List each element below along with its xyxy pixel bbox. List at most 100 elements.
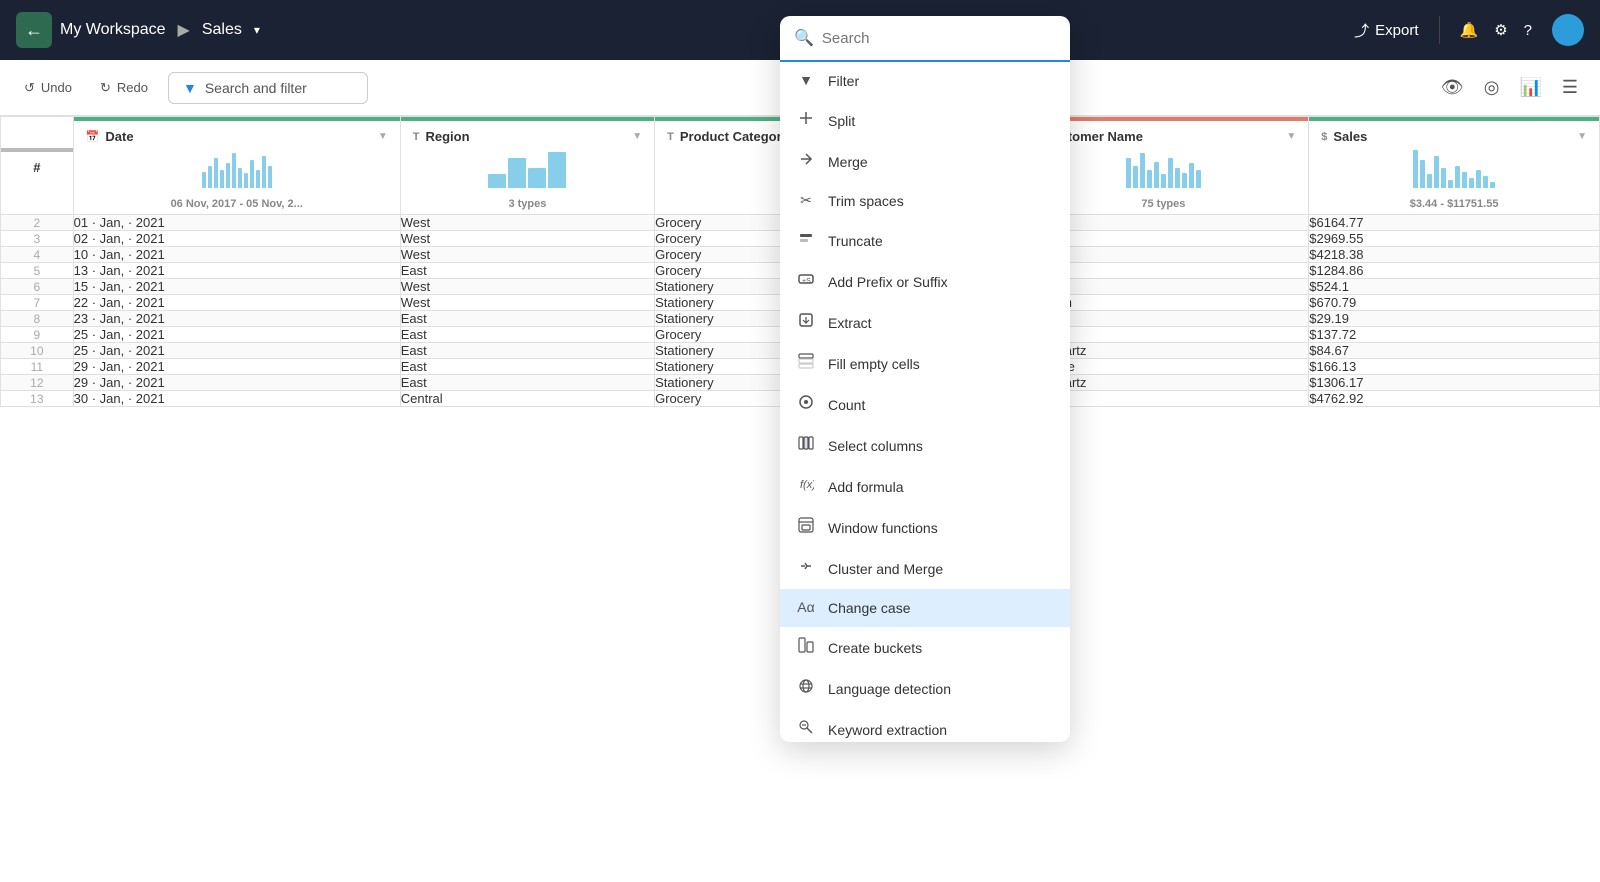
region-stats: 3 types: [401, 192, 654, 214]
search-filter-button[interactable]: ▼ Search and filter: [168, 72, 368, 104]
cluster_merge-label: Cluster and Merge: [828, 561, 943, 577]
category-col-label: Product Category: [680, 129, 789, 144]
target-icon[interactable]: ◎: [1478, 71, 1506, 104]
sales-col-label: Sales: [1333, 129, 1367, 144]
gear-icon[interactable]: ⚙: [1494, 21, 1507, 39]
chart-icon[interactable]: 📊: [1513, 71, 1547, 104]
row-num-cell: 8: [1, 311, 74, 327]
redo-icon: ↻: [100, 80, 111, 96]
col-header-sales: $ Sales ▼: [1309, 117, 1600, 215]
navbar-left: ← My Workspace ▶ Sales ▾: [16, 12, 1354, 48]
keyword_extract-label: Keyword extraction: [828, 722, 947, 738]
sales-sort-icon[interactable]: ▼: [1577, 131, 1587, 142]
date-sparkline: [74, 152, 400, 192]
menu-item-extract[interactable]: Extract: [780, 302, 1070, 343]
menu-list: ▼ Filter Split Merge ✂ Trim spaces Trunc…: [780, 62, 1070, 742]
split-icon: [796, 110, 816, 131]
toolbar-right: 👁 ◎ 📊 ☰: [1435, 71, 1584, 104]
bell-icon[interactable]: 🔔: [1460, 21, 1479, 39]
search-icon: 🔍: [794, 28, 814, 48]
dataset-chevron[interactable]: ▾: [254, 23, 260, 37]
search-filter-label: Search and filter: [205, 80, 307, 96]
date-sort-icon[interactable]: ▼: [378, 131, 388, 142]
sales-cell: $166.13: [1309, 359, 1600, 375]
user-avatar[interactable]: [1552, 14, 1584, 46]
date-col-label: Date: [105, 129, 133, 144]
menu-item-fill_empty[interactable]: Fill empty cells: [780, 343, 1070, 384]
nav-separator: ▶: [178, 20, 190, 40]
region-cell: West: [400, 279, 654, 295]
svg-text:+S: +S: [802, 278, 811, 285]
merge-icon: [796, 151, 816, 172]
date-type-icon: 📅: [86, 130, 100, 143]
customer-sort-icon[interactable]: ▼: [1286, 131, 1296, 142]
window_functions-label: Window functions: [828, 520, 938, 536]
truncate-icon: [796, 230, 816, 251]
export-label: Export: [1375, 22, 1418, 39]
navbar-right: ⤴ Export 🔔 ⚙ ?: [1354, 14, 1584, 46]
menu-item-change_case[interactable]: Aα Change case: [780, 589, 1070, 627]
menu-item-create_buckets[interactable]: Create buckets: [780, 627, 1070, 668]
menu-item-cluster_merge[interactable]: Cluster and Merge: [780, 548, 1070, 589]
menu-items: ▼ Filter Split Merge ✂ Trim spaces Trunc…: [780, 62, 1070, 742]
date-cell: 30 · Jan, · 2021: [73, 391, 400, 407]
date-cell: 13 · Jan, · 2021: [73, 263, 400, 279]
add_prefix-label: Add Prefix or Suffix: [828, 274, 948, 290]
split-label: Split: [828, 113, 855, 129]
region-cell: East: [400, 343, 654, 359]
row-num-cell: 12: [1, 375, 74, 391]
menu-item-count[interactable]: Count: [780, 384, 1070, 425]
region-cell: East: [400, 375, 654, 391]
undo-button[interactable]: ↺ Undo: [16, 74, 80, 102]
sales-sparkline: [1309, 152, 1599, 192]
col-header-date: 📅 Date ▼: [73, 117, 400, 215]
redo-label: Redo: [117, 80, 148, 95]
search-dropdown: 🔍 ▼ Filter Split Merge ✂ Trim spaces Tru…: [780, 16, 1070, 742]
search-box: 🔍: [780, 16, 1070, 62]
date-cell: 25 · Jan, · 2021: [73, 327, 400, 343]
row-num-cell: 5: [1, 263, 74, 279]
lines-icon[interactable]: ☰: [1556, 71, 1584, 104]
sales-cell: $29.19: [1309, 311, 1600, 327]
redo-button[interactable]: ↻ Redo: [92, 74, 156, 102]
count-icon: [796, 394, 816, 415]
back-button[interactable]: ←: [16, 12, 52, 48]
date-cell: 02 · Jan, · 2021: [73, 231, 400, 247]
menu-item-select_columns[interactable]: Select columns: [780, 425, 1070, 466]
menu-item-filter[interactable]: ▼ Filter: [780, 62, 1070, 100]
sales-type-icon: $: [1321, 131, 1327, 143]
create_buckets-icon: [796, 637, 816, 658]
count-label: Count: [828, 397, 865, 413]
date-cell: 15 · Jan, · 2021: [73, 279, 400, 295]
filter-icon: ▼: [183, 80, 197, 96]
menu-item-add_formula[interactable]: f(x) Add formula: [780, 466, 1070, 507]
region-sort-icon[interactable]: ▼: [632, 131, 642, 142]
search-input[interactable]: [822, 30, 1056, 47]
workspace-label[interactable]: My Workspace: [60, 21, 166, 39]
menu-item-merge[interactable]: Merge: [780, 141, 1070, 182]
export-button[interactable]: ⤴ Export: [1354, 20, 1418, 41]
menu-item-split[interactable]: Split: [780, 100, 1070, 141]
filter-icon: ▼: [796, 72, 816, 90]
row-num-cell: 13: [1, 391, 74, 407]
dataset-label[interactable]: Sales: [202, 21, 242, 39]
row-num-cell: 4: [1, 247, 74, 263]
menu-item-window_functions[interactable]: Window functions: [780, 507, 1070, 548]
menu-item-keyword_extract[interactable]: Keyword extraction: [780, 709, 1070, 742]
date-cell: 29 · Jan, · 2021: [73, 375, 400, 391]
region-cell: East: [400, 359, 654, 375]
filter-label: Filter: [828, 73, 859, 89]
row-num-cell: 3: [1, 231, 74, 247]
eye-icon[interactable]: 👁: [1435, 71, 1470, 104]
trim_spaces-label: Trim spaces: [828, 193, 904, 209]
menu-item-lang_detect[interactable]: Language detection: [780, 668, 1070, 709]
row-num-cell: 7: [1, 295, 74, 311]
menu-item-add_prefix[interactable]: +S Add Prefix or Suffix: [780, 261, 1070, 302]
region-cell: East: [400, 263, 654, 279]
menu-item-trim_spaces[interactable]: ✂ Trim spaces: [780, 182, 1070, 220]
category-type-icon: T: [667, 131, 674, 143]
region-cell: East: [400, 327, 654, 343]
menu-item-truncate[interactable]: Truncate: [780, 220, 1070, 261]
help-icon[interactable]: ?: [1524, 22, 1532, 39]
date-cell: 23 · Jan, · 2021: [73, 311, 400, 327]
